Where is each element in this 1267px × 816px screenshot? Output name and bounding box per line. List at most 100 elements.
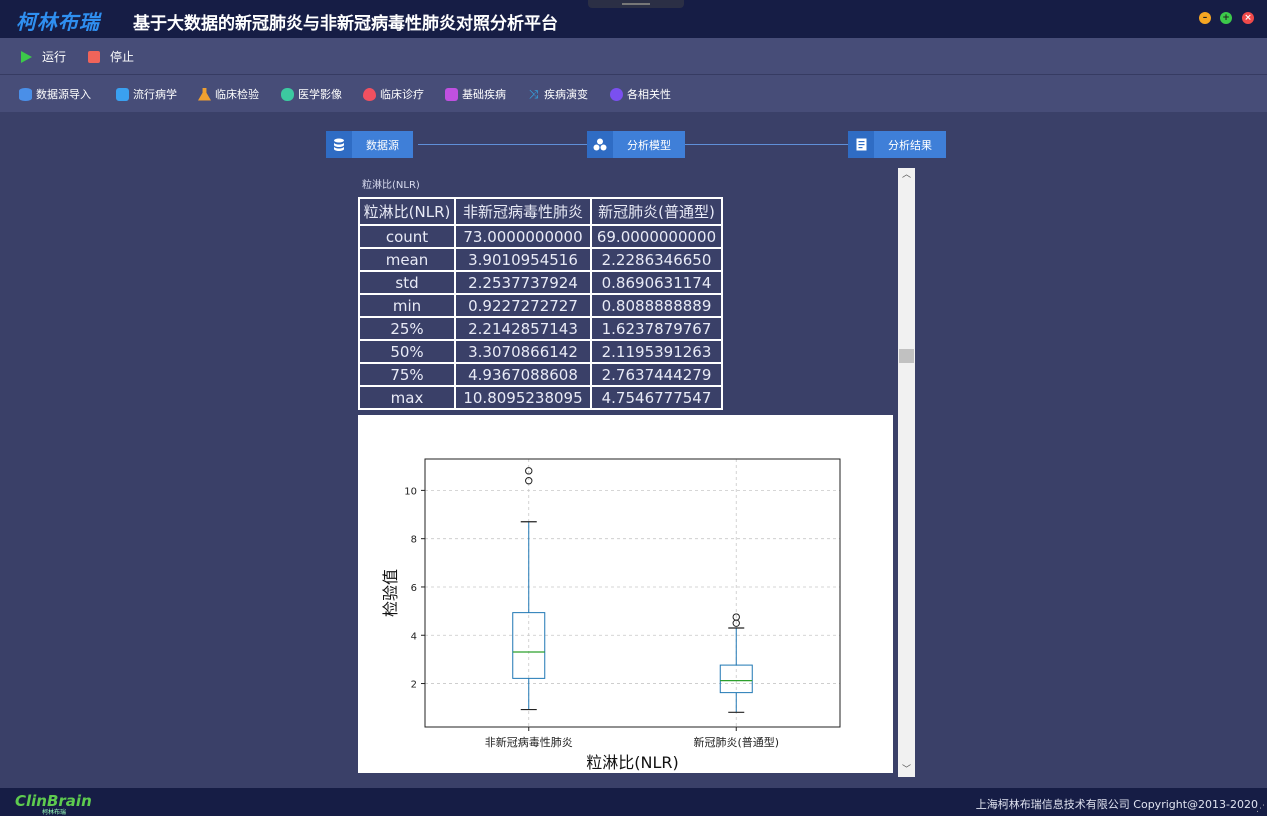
medical-kit-icon bbox=[116, 87, 129, 101]
stat-value-cell: 2.2142857143 bbox=[454, 316, 592, 341]
stat-value-cell: 0.8690631174 bbox=[590, 270, 723, 295]
module-label: 临床检验 bbox=[215, 88, 259, 101]
table-header: 新冠肺炎(普通型) bbox=[590, 197, 723, 226]
boxplot-svg: 2 4 6 8 10 非新冠病毒性肺炎 新冠肺炎(普通型) 粒淋比(NLR) 检验值 bbox=[381, 458, 841, 772]
x-tick-label: 新冠肺炎(普通型) bbox=[693, 735, 779, 749]
stat-value-cell: 2.2286346650 bbox=[590, 247, 723, 272]
step-analysis-model[interactable]: 分析模型 bbox=[587, 131, 685, 158]
scroll-up-arrow[interactable]: ︿ bbox=[898, 168, 915, 182]
title-bar: 柯林布瑞 基于大数据的新冠肺炎与非新冠病毒性肺炎对照分析平台 – + × bbox=[0, 0, 1267, 38]
footer: ClinBrain 柯林布瑞 上海柯林布瑞信息技术有限公司 Copyright@… bbox=[0, 788, 1267, 816]
shuffle-icon: ⤨ bbox=[528, 86, 539, 101]
y-axis-label: 检验值 bbox=[381, 569, 400, 617]
window-drag-handle[interactable] bbox=[588, 0, 684, 8]
module-label: 医学影像 bbox=[298, 88, 342, 101]
module-datasource-import[interactable]: 数据源导入 bbox=[19, 86, 91, 102]
step-label: 分析模型 bbox=[627, 138, 671, 152]
stat-value-cell: 10.8095238095 bbox=[454, 385, 592, 410]
stat-name-cell: 25% bbox=[358, 316, 456, 341]
module-clinical-treatment[interactable]: 临床诊疗 bbox=[363, 86, 424, 102]
y-tick-label: 6 bbox=[411, 583, 417, 594]
database-icon bbox=[19, 87, 32, 101]
y-tick-label: 8 bbox=[411, 535, 417, 546]
table-row: max 10.8095238095 4.7546777547 bbox=[358, 385, 723, 410]
footer-logo-sub: 柯林布瑞 bbox=[42, 809, 67, 816]
circle-icon bbox=[610, 87, 623, 101]
stat-value-cell: 2.7637444279 bbox=[590, 362, 723, 387]
stat-name-cell: count bbox=[358, 224, 456, 249]
module-medical-imaging[interactable]: 医学影像 bbox=[281, 86, 342, 102]
section-label: 粒淋比(NLR) bbox=[362, 180, 420, 191]
table-row: min 0.9227272727 0.8088888889 bbox=[358, 293, 723, 318]
table-row: 25% 2.2142857143 1.6237879767 bbox=[358, 316, 723, 341]
stats-table: 粒淋比(NLR) 非新冠病毒性肺炎 新冠肺炎(普通型) count 73.0000… bbox=[358, 197, 723, 410]
table-row: count 73.0000000000 69.0000000000 bbox=[358, 224, 723, 249]
table-header-row: 粒淋比(NLR) 非新冠病毒性肺炎 新冠肺炎(普通型) bbox=[358, 197, 723, 226]
run-label: 运行 bbox=[42, 50, 67, 64]
flask-icon bbox=[198, 87, 211, 101]
stat-value-cell: 4.9367088608 bbox=[454, 362, 592, 387]
stat-value-cell: 3.3070866142 bbox=[454, 339, 592, 364]
scroll-down-arrow[interactable]: ﹀ bbox=[898, 763, 915, 777]
run-button[interactable]: 运行 bbox=[21, 48, 66, 65]
boxplot-chart: 2 4 6 8 10 非新冠病毒性肺炎 新冠肺炎(普通型) 粒淋比(NLR) 检验值 bbox=[358, 415, 893, 773]
table-row: std 2.2537737924 0.8690631174 bbox=[358, 270, 723, 295]
stat-name-cell: std bbox=[358, 270, 456, 295]
stat-value-cell: 2.2537737924 bbox=[454, 270, 592, 295]
stat-value-cell: 3.9010954516 bbox=[454, 247, 592, 272]
stop-label: 停止 bbox=[110, 50, 135, 64]
module-underlying-disease[interactable]: 基础疾病 bbox=[445, 86, 506, 102]
module-label: 疾病演变 bbox=[544, 88, 588, 101]
y-tick-label: 4 bbox=[411, 631, 417, 642]
stat-value-cell: 73.0000000000 bbox=[454, 224, 592, 249]
module-clinical-test[interactable]: 临床检验 bbox=[198, 86, 259, 102]
stop-button[interactable]: 停止 bbox=[88, 48, 134, 65]
copyright-text: 上海柯林布瑞信息技术有限公司 Copyright@2013-2020 bbox=[975, 798, 1258, 811]
table-row: mean 3.9010954516 2.2286346650 bbox=[358, 247, 723, 272]
step-analysis-result[interactable]: 分析结果 bbox=[848, 131, 946, 158]
module-epidemiology[interactable]: 流行病学 bbox=[116, 86, 177, 102]
stat-value-cell: 0.9227272727 bbox=[454, 293, 592, 318]
stat-name-cell: 75% bbox=[358, 362, 456, 387]
stat-value-cell: 2.1195391263 bbox=[590, 339, 723, 364]
stat-value-cell: 0.8088888889 bbox=[590, 293, 723, 318]
stop-icon bbox=[88, 50, 100, 63]
x-axis-label: 粒淋比(NLR) bbox=[586, 753, 679, 772]
y-tick-label: 2 bbox=[411, 680, 417, 691]
module-label: 流行病学 bbox=[133, 88, 177, 101]
stat-name-cell: mean bbox=[358, 247, 456, 272]
maximize-button[interactable]: + bbox=[1220, 12, 1232, 24]
plus-square-icon bbox=[445, 87, 458, 101]
play-icon bbox=[21, 50, 32, 63]
stat-value-cell: 1.6237879767 bbox=[590, 316, 723, 341]
scroll-thumb[interactable] bbox=[899, 349, 914, 363]
lungs-icon bbox=[281, 87, 294, 101]
cubes-icon bbox=[587, 131, 613, 158]
stat-name-cell: max bbox=[358, 385, 456, 410]
module-label: 各相关性 bbox=[627, 88, 671, 101]
table-row: 75% 4.9367088608 2.7637444279 bbox=[358, 362, 723, 387]
heart-pulse-icon bbox=[363, 87, 376, 101]
minimize-button[interactable]: – bbox=[1199, 12, 1211, 24]
result-panel: 粒淋比(NLR) 粒淋比(NLR) 非新冠病毒性肺炎 新冠肺炎(普通型) cou… bbox=[355, 167, 897, 777]
module-label: 基础疾病 bbox=[462, 88, 506, 101]
plot-frame bbox=[424, 458, 841, 728]
module-toolbar: 数据源导入 流行病学 临床检验 医学影像 临床诊疗 基础疾病 ⤨ 疾病演变 各相… bbox=[0, 75, 1267, 112]
module-label: 数据源导入 bbox=[36, 88, 91, 101]
app-title: 基于大数据的新冠肺炎与非新冠病毒性肺炎对照分析平台 bbox=[133, 14, 558, 34]
app-logo: 柯林布瑞 bbox=[16, 10, 100, 34]
module-disease-evolution[interactable]: ⤨ 疾病演变 bbox=[527, 86, 588, 102]
step-datasource[interactable]: 数据源 bbox=[326, 131, 413, 158]
database-icon bbox=[326, 131, 352, 158]
stat-value-cell: 69.0000000000 bbox=[590, 224, 723, 249]
report-icon bbox=[848, 131, 874, 158]
close-button[interactable]: × bbox=[1242, 12, 1254, 24]
resize-grip[interactable]: ⋰ bbox=[1256, 804, 1265, 814]
module-correlation[interactable]: 各相关性 bbox=[610, 86, 671, 102]
stat-name-cell: 50% bbox=[358, 339, 456, 364]
stat-value-cell: 4.7546777547 bbox=[590, 385, 723, 410]
module-label: 临床诊疗 bbox=[380, 88, 424, 101]
step-label: 分析结果 bbox=[888, 138, 932, 152]
vertical-scrollbar[interactable]: ︿ ﹀ bbox=[898, 168, 915, 777]
table-header: 非新冠病毒性肺炎 bbox=[454, 197, 592, 226]
